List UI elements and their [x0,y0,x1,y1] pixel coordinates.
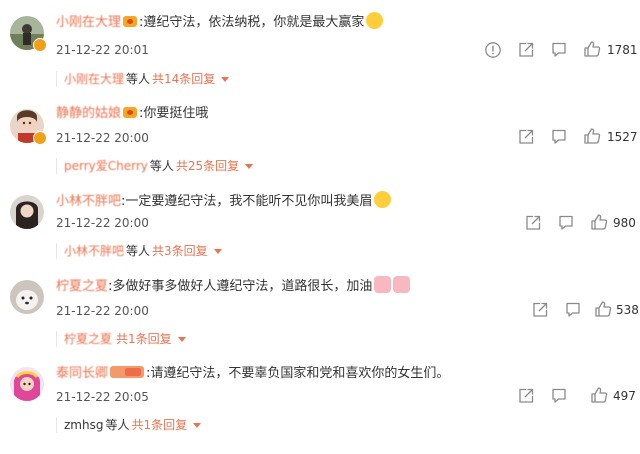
comment-time: 21-12-22 20:05 [56,390,149,404]
reply-summary[interactable]: 小林不胖吧 等人 共3条回复 [56,243,222,259]
reply-username[interactable]: 小林不胖吧 [64,244,124,258]
comment-item: 小林不胖吧:一定要遵纪守法，我不能听不见你叫我美眉 21-12-22 20:00… [0,191,640,271]
share-icon[interactable] [531,301,549,319]
comment-line: 静静的姑娘:你要挺住哦 [56,106,209,121]
verified-badge-icon [33,38,47,52]
like-count: 980 [613,216,636,230]
comment-line: 柠夏之夏:多做好事多做好人遵纪守法，道路很长，加油 [56,276,411,296]
thumbs-up-icon[interactable] [594,300,612,318]
reply-username[interactable]: 小刚在大理 [64,72,124,86]
chevron-down-icon[interactable] [177,337,186,342]
like-count: 497 [613,389,636,403]
comment-line: 泰同长卿:请遵纪守法，不要辜负国家和党和喜欢你的女生们。 [56,366,450,381]
thumbs-up-icon[interactable] [590,213,608,231]
like-count: 1781 [607,43,638,57]
reply-count[interactable]: 共14条回复 [152,72,215,86]
reply-who: 等人 [126,244,151,258]
reply-username[interactable]: zmhsg [64,418,103,432]
reply-summary[interactable]: perry爱Cherry 等人 共25条回复 [56,158,254,174]
comment-icon[interactable] [550,41,568,59]
avatar[interactable] [10,195,44,229]
comment-text: 遵纪守法，依法纳税，你就是最大赢家 [143,15,365,30]
chevron-down-icon[interactable] [245,164,254,169]
comment-time: 21-12-22 20:00 [56,304,149,318]
avatar[interactable] [10,367,44,401]
fan-medal-icon [110,366,145,378]
reply-who: 等人 [149,159,174,173]
comment-text: 请遵纪守法，不要辜负国家和党和喜欢你的女生们。 [150,366,450,381]
share-icon[interactable] [524,214,542,232]
comment-time: 21-12-22 20:00 [56,131,149,145]
sticker-icon [374,276,392,293]
emoji-icon [366,12,384,29]
comment-line: 小林不胖吧:一定要遵纪守法，我不能听不见你叫我美眉 [56,191,392,211]
comment-icon[interactable] [564,301,582,319]
reply-who: 等人 [105,418,130,432]
reply-count[interactable]: 共1条回复 [131,418,187,432]
reply-summary[interactable]: 柠夏之夏 共1条回复 [56,331,186,347]
share-icon[interactable] [517,41,535,59]
reply-summary[interactable]: zmhsg 等人 共1条回复 [56,417,202,433]
reply-count[interactable]: 共3条回复 [152,244,208,258]
chevron-down-icon[interactable] [193,423,202,428]
comment-username[interactable]: 小林不胖吧 [56,194,121,209]
share-icon[interactable] [517,387,535,405]
crying-emoji-icon [374,191,392,208]
thumbs-up-icon[interactable] [583,40,601,58]
comment-item: 柠夏之夏:多做好事多做好人遵纪守法，道路很长，加油 21-12-22 20:00… [0,276,640,356]
comment-username[interactable]: 泰同长卿 [56,366,108,381]
thumbs-up-icon[interactable] [590,386,608,404]
fan-medal-icon [123,107,138,118]
comment-item: 泰同长卿:请遵纪守法，不要辜负国家和党和喜欢你的女生们。 21-12-22 20… [0,365,640,454]
reply-username[interactable]: 柠夏之夏 [64,332,112,346]
comment-time: 21-12-22 20:01 [56,43,149,57]
reply-count[interactable]: 共1条回复 [116,332,172,346]
reply-who: 等人 [126,72,151,86]
comment-text: 一定要遵纪守法，我不能听不见你叫我美眉 [125,194,373,209]
like-count: 1527 [607,130,638,144]
comment-username[interactable]: 柠夏之夏 [56,279,108,294]
comment-item: 静静的姑娘:你要挺住哦 21-12-22 20:00 perry爱Cherry 等… [0,105,640,185]
comment-icon[interactable] [550,387,568,405]
comment-username[interactable]: 小刚在大理 [56,15,121,30]
comment-text: 多做好事多做好人遵纪守法，道路很长，加油 [112,279,373,294]
comment-line: 小刚在大理:遵纪守法，依法纳税，你就是最大赢家 [56,12,384,32]
verified-badge-icon [33,131,47,145]
comment-icon[interactable] [550,128,568,146]
share-icon[interactable] [517,128,535,146]
comment-time: 21-12-22 20:00 [56,216,149,230]
comment-text: 你要挺住哦 [143,106,209,121]
sticker-icon [393,276,411,293]
comment-username[interactable]: 静静的姑娘 [56,106,121,121]
comment-item: 小刚在大理:遵纪守法，依法纳税，你就是最大赢家 21-12-22 20:01 小… [0,12,640,92]
reply-summary[interactable]: 小刚在大理 等人 共14条回复 [56,71,230,87]
chevron-down-icon[interactable] [213,249,222,254]
like-count: 538 [616,303,639,317]
fan-medal-icon [123,16,138,27]
reply-username[interactable]: perry爱Cherry [64,159,148,173]
chevron-down-icon[interactable] [221,77,230,82]
comment-icon[interactable] [557,214,575,232]
thumbs-up-icon[interactable] [583,127,601,145]
avatar[interactable] [10,280,44,314]
reply-count[interactable]: 共25条回复 [176,159,239,173]
report-icon[interactable] [484,41,502,59]
